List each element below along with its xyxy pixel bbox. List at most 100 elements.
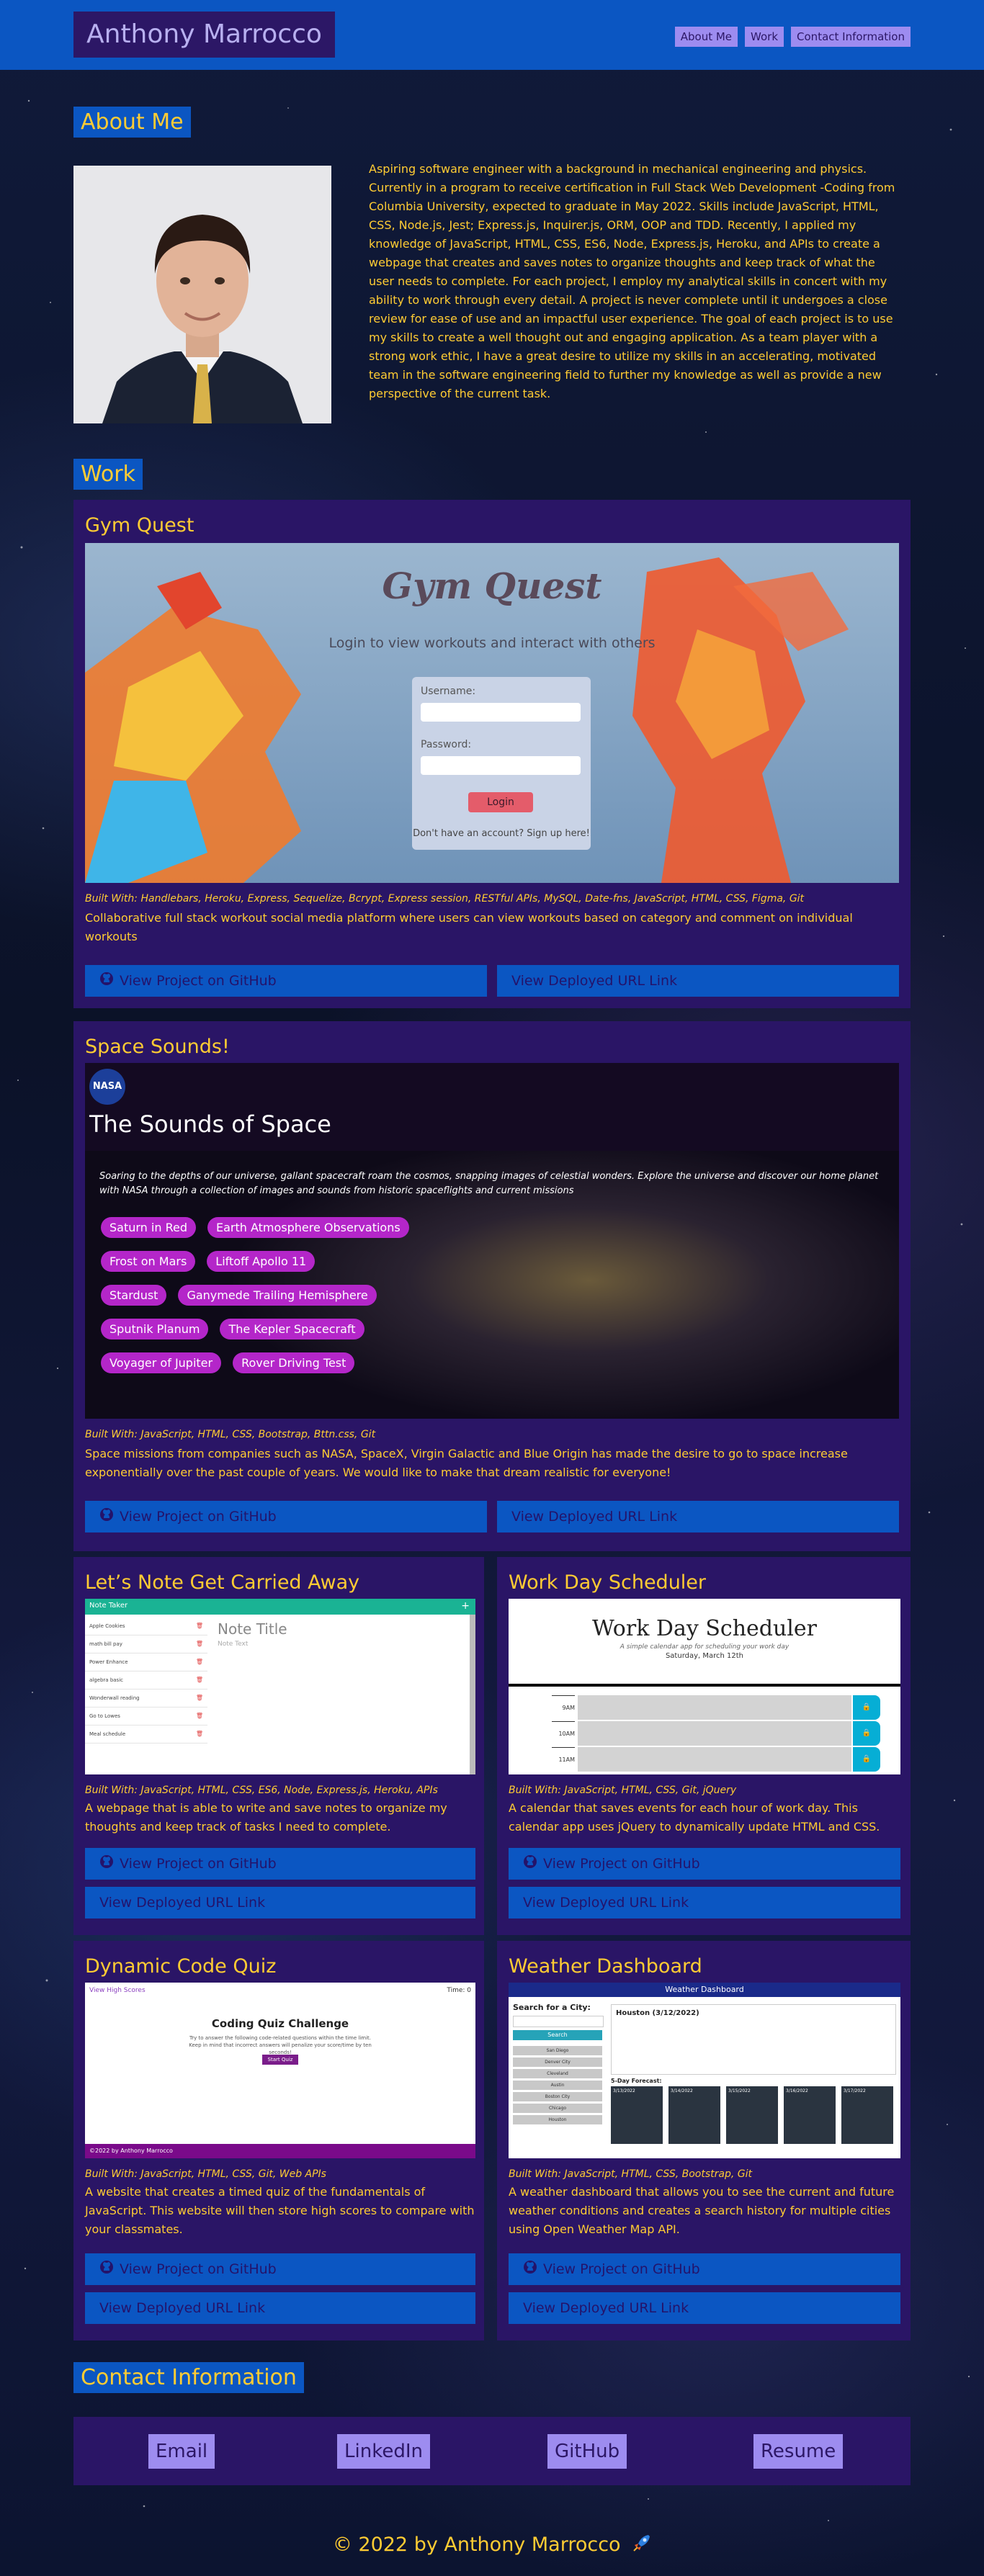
sound-button[interactable]: Rover Driving Test (233, 1352, 355, 1373)
github-icon (99, 2254, 114, 2286)
built-with: Built With: JavaScript, HTML, CSS, Git, … (85, 2168, 326, 2180)
delete-note-icon[interactable]: 🗑 (196, 1671, 203, 1689)
start-quiz-button[interactable]: Start Quiz (262, 2055, 298, 2065)
forecast-card: 3/13/2022 (611, 2086, 663, 2144)
note-list-item[interactable]: algebra basic 🗑 (85, 1671, 207, 1689)
username-input[interactable] (421, 703, 581, 722)
sound-button[interactable]: Ganymede Trailing Hemisphere (178, 1285, 377, 1306)
site-footer: © 2022 by Anthony Marrocco (0, 2534, 984, 2557)
city-history-button[interactable]: Austin (513, 2081, 602, 2090)
site-brand[interactable]: Anthony Marrocco (73, 12, 335, 58)
hour-rows: 9AM 🔒 10AM 🔒 11AM 🔒 (552, 1695, 883, 1773)
city-search-input[interactable] (513, 2016, 604, 2027)
view-github-button[interactable]: View Project on GitHub (509, 2253, 900, 2285)
scrollbar[interactable] (470, 1615, 475, 1774)
project-screenshot[interactable]: Weather Dashboard Search for a City: Sea… (509, 1983, 900, 2158)
built-with: Built With: JavaScript, HTML, CSS, Boots… (85, 1429, 376, 1440)
github-link[interactable]: GitHub (547, 2434, 627, 2469)
project-screenshot[interactable]: Work Day Scheduler A simple calendar app… (509, 1599, 900, 1774)
search-button[interactable]: Search (513, 2030, 602, 2040)
save-lock-icon[interactable]: 🔒 (853, 1695, 880, 1720)
delete-note-icon[interactable]: 🗑 (196, 1653, 203, 1671)
sound-button[interactable]: Saturn in Red (101, 1217, 196, 1238)
view-github-button[interactable]: View Project on GitHub (85, 1501, 487, 1532)
profile-photo (73, 166, 331, 423)
project-screenshot[interactable]: Gym Quest Login to view workouts and int… (85, 543, 899, 883)
sound-button[interactable]: Frost on Mars (101, 1251, 196, 1272)
sound-button[interactable]: The Kepler Spacecraft (220, 1319, 364, 1339)
view-deployed-button[interactable]: View Deployed URL Link (497, 1501, 899, 1532)
project-description: A calendar that saves events for each ho… (509, 1801, 880, 1834)
work-title: Work (73, 459, 143, 490)
contact-title: Contact Information (73, 2362, 304, 2393)
hour-row: 10AM 🔒 (552, 1721, 883, 1746)
view-deployed-button[interactable]: View Deployed URL Link (85, 1887, 475, 1918)
nav-contact[interactable]: Contact Information (791, 27, 911, 47)
github-icon (99, 1502, 114, 1533)
project-card-notes: Let’s Note Get Carried Away Note Taker +… (73, 1557, 484, 1935)
city-history-button[interactable]: Houston (513, 2115, 602, 2124)
project-description: Collaborative full stack workout social … (85, 911, 853, 943)
view-deployed-button[interactable]: View Deployed URL Link (509, 1887, 900, 1918)
delete-note-icon[interactable]: 🗑 (196, 1689, 203, 1707)
save-lock-icon[interactable]: 🔒 (853, 1721, 880, 1746)
event-textarea[interactable] (578, 1721, 851, 1746)
search-history: San Diego Denver City Cleveland Austin Bosto… (513, 2046, 602, 2127)
nasa-logo: NASA (89, 1069, 125, 1105)
note-list-item[interactable]: Go to Lowes 🗑 (85, 1707, 207, 1725)
view-deployed-button[interactable]: View Deployed URL Link (497, 965, 899, 997)
event-textarea[interactable] (578, 1695, 851, 1720)
forecast-card: 3/17/2022 (841, 2086, 893, 2144)
sound-button[interactable]: Sputnik Planum (101, 1319, 209, 1339)
nav-work[interactable]: Work (745, 27, 784, 47)
forecast-card: 3/14/2022 (668, 2086, 720, 2144)
note-list-item[interactable]: Apple Cookies 🗑 (85, 1617, 207, 1635)
sound-button-row: Voyager of Jupiter Rover Driving Test (101, 1352, 409, 1373)
hour-row: 9AM 🔒 (552, 1695, 883, 1720)
project-screenshot[interactable]: Note Taker + Apple Cookies 🗑 math bill pay… (85, 1599, 475, 1774)
project-screenshot[interactable]: NASA The Sounds of Space Soaring to the … (85, 1063, 899, 1419)
note-list-item[interactable]: Power Enhance 🗑 (85, 1653, 207, 1671)
city-history-button[interactable]: Chicago (513, 2104, 602, 2113)
view-github-button[interactable]: View Project on GitHub (85, 965, 487, 997)
event-textarea[interactable] (578, 1747, 851, 1772)
city-history-button[interactable]: Denver City (513, 2057, 602, 2067)
view-deployed-button[interactable]: View Deployed URL Link (509, 2292, 900, 2324)
delete-note-icon[interactable]: 🗑 (196, 1635, 203, 1653)
high-scores-link[interactable]: View High Scores (89, 1987, 146, 1994)
delete-note-icon[interactable]: 🗑 (196, 1707, 203, 1725)
sound-button-row: Stardust Ganymede Trailing Hemisphere (101, 1285, 409, 1306)
note-list-item[interactable]: Meal schedule 🗑 (85, 1725, 207, 1743)
view-github-button[interactable]: View Project on GitHub (509, 1848, 900, 1880)
view-deployed-button[interactable]: View Deployed URL Link (85, 2292, 475, 2324)
password-input[interactable] (421, 756, 581, 775)
sound-button[interactable]: Earth Atmosphere Observations (207, 1217, 409, 1238)
city-history-button[interactable]: San Diego (513, 2046, 602, 2055)
delete-note-icon[interactable]: 🗑 (196, 1725, 203, 1743)
project-title: Space Sounds! (85, 1036, 230, 1058)
resume-link[interactable]: Resume (753, 2434, 844, 2469)
email-link[interactable]: Email (148, 2434, 215, 2469)
gymquest-subtitle: Login to view workouts and interact with… (328, 635, 656, 651)
note-list-item[interactable]: Wonderwall reading 🗑 (85, 1689, 207, 1707)
view-github-button[interactable]: View Project on GitHub (85, 2253, 475, 2285)
save-lock-icon[interactable]: 🔒 (853, 1747, 880, 1772)
github-icon (99, 1849, 114, 1880)
project-screenshot[interactable]: View High Scores Time: 0 Coding Quiz Cha… (85, 1983, 475, 2158)
note-list-item[interactable]: math bill pay 🗑 (85, 1635, 207, 1653)
sound-button[interactable]: Stardust (101, 1285, 167, 1306)
view-github-button[interactable]: View Project on GitHub (85, 1848, 475, 1880)
sound-button[interactable]: Liftoff Apollo 11 (207, 1251, 316, 1272)
delete-note-icon[interactable]: 🗑 (196, 1617, 203, 1635)
scheduler-title: Work Day Scheduler (592, 1616, 817, 1641)
signup-link[interactable]: Don't have an account? Sign up here! (412, 828, 591, 839)
city-history-button[interactable]: Boston City (513, 2092, 602, 2101)
about-title: About Me (73, 107, 191, 138)
login-button[interactable]: Login (468, 792, 533, 812)
project-title: Weather Dashboard (509, 1955, 702, 1978)
nav-about[interactable]: About Me (674, 27, 738, 47)
sound-button-row: Sputnik Planum The Kepler Spacecraft (101, 1319, 409, 1339)
sound-button[interactable]: Voyager of Jupiter (101, 1352, 222, 1373)
linkedin-link[interactable]: LinkedIn (337, 2434, 430, 2469)
city-history-button[interactable]: Cleveland (513, 2069, 602, 2078)
